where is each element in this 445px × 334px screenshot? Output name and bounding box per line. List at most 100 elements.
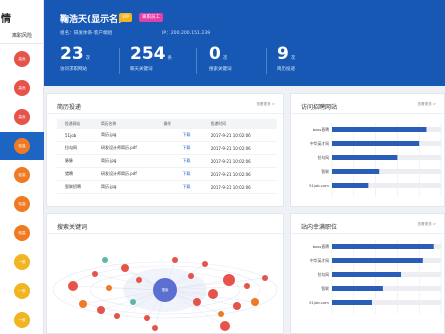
divider bbox=[196, 48, 197, 74]
stat-search-keywords[interactable]: 0次 搜索关键词 bbox=[209, 44, 232, 80]
time-cell: 2017-9-21 10:02:06 bbox=[210, 132, 251, 138]
sidebar-item[interactable]: 一般 bbox=[0, 306, 44, 334]
divider bbox=[119, 48, 120, 74]
sidebar-item[interactable]: 较高 bbox=[0, 219, 44, 247]
keyword-node[interactable] bbox=[92, 271, 98, 277]
bar[interactable] bbox=[332, 244, 434, 249]
view-more-link[interactable]: 查看更多 > bbox=[256, 102, 275, 107]
site-cell: 猎聘 bbox=[65, 171, 73, 176]
site-cell: 拉勾网 bbox=[65, 145, 77, 150]
category-label: 智联 bbox=[321, 169, 329, 174]
risk-level-badge: 一般 bbox=[14, 254, 30, 270]
keyword-node[interactable] bbox=[188, 273, 194, 279]
keyword-node[interactable] bbox=[114, 313, 120, 319]
sidebar-item[interactable]: 较高 bbox=[0, 161, 44, 189]
category-label: 51job.com bbox=[309, 300, 329, 305]
download-link[interactable]: 下载 bbox=[182, 171, 210, 177]
keyword-node[interactable] bbox=[172, 257, 178, 263]
time-cell: 2017-9-21 10:02:06 bbox=[210, 158, 251, 164]
site-cell: 51job bbox=[65, 132, 77, 138]
bar[interactable] bbox=[332, 286, 383, 291]
keyword-node[interactable] bbox=[97, 306, 105, 314]
sidebar: 情 离职风险 高危 高危 高危 较高 较高 较高 较高 一般 一般 一般 bbox=[0, 0, 44, 334]
table-row: 脉脉 简历.jpg 下载 2017-9-21 10:02:06 bbox=[57, 155, 277, 168]
risk-level-badge: 较高 bbox=[14, 167, 30, 183]
keyword-node[interactable] bbox=[208, 289, 218, 299]
keyword-node[interactable] bbox=[223, 274, 235, 286]
category-label: boss直聘 bbox=[313, 244, 329, 249]
keyword-node[interactable] bbox=[233, 302, 241, 310]
panel-title: 简历投递 bbox=[57, 104, 82, 111]
keyword-node[interactable] bbox=[220, 321, 230, 331]
file-cell[interactable]: 简历.jpg bbox=[101, 184, 163, 190]
bar[interactable] bbox=[332, 141, 420, 146]
keyword-node[interactable] bbox=[130, 299, 136, 305]
keyword-node[interactable] bbox=[218, 311, 224, 317]
bar[interactable] bbox=[332, 272, 402, 277]
download-link[interactable]: 下载 bbox=[182, 158, 210, 164]
resume-panel: 简历投递 查看更多 > 投递网站 简历名称 操作 投递时间 51job 简历.jp… bbox=[46, 93, 284, 207]
divider bbox=[266, 48, 267, 74]
download-link[interactable]: 下载 bbox=[182, 132, 210, 138]
stats-row: 23 次 访问求职网站 254 条 聊天关键词 0次 搜索关键词 9次 简历投递 bbox=[44, 44, 445, 80]
sidebar-item[interactable]: 一般 bbox=[0, 248, 44, 276]
category-label: boss直聘 bbox=[313, 127, 329, 132]
job-site-panel: 访问招聘网站 查看更多 > boss直聘 中华英才网 拉勾网 智联 51job.com bbox=[290, 93, 445, 207]
sidebar-item[interactable]: 较高 bbox=[0, 190, 44, 218]
stat-resume-sent[interactable]: 9次 简历投递 bbox=[277, 44, 295, 80]
table-row: 猎聘 研发设计师简历.pdf 下载 2017-9-21 10:02:06 bbox=[57, 168, 277, 181]
risk-level-badge: 高危 bbox=[14, 80, 30, 96]
category-label: 拉勾网 bbox=[318, 155, 330, 160]
bar[interactable] bbox=[332, 155, 398, 160]
bar[interactable] bbox=[332, 300, 372, 305]
stat-label: 访问求职网站 bbox=[60, 67, 87, 72]
keyword-node[interactable] bbox=[144, 315, 150, 321]
column-header: 投递时间 bbox=[210, 121, 226, 126]
download-link[interactable]: 下载 bbox=[182, 184, 210, 190]
keyword-node[interactable] bbox=[193, 298, 201, 306]
divider bbox=[47, 113, 283, 114]
panel-title: 搜索关键词 bbox=[57, 224, 88, 231]
sidebar-item[interactable]: 高危 bbox=[0, 74, 44, 102]
bar[interactable] bbox=[332, 169, 380, 174]
bar[interactable] bbox=[332, 258, 423, 263]
keyword-node[interactable] bbox=[106, 285, 112, 291]
keyword-node[interactable] bbox=[244, 283, 250, 289]
sidebar-item[interactable]: 较高 bbox=[0, 132, 44, 160]
keyword-node[interactable] bbox=[79, 300, 87, 308]
keyword-node[interactable] bbox=[251, 298, 259, 306]
stat-value: 0 bbox=[209, 44, 221, 64]
keyword-node[interactable] bbox=[68, 281, 78, 291]
center-node-label: 搜索 bbox=[162, 287, 169, 292]
user-ip: IP：200.200.151.239 bbox=[162, 31, 211, 36]
file-cell[interactable]: 简历.jpg bbox=[101, 132, 163, 138]
keyword-node[interactable] bbox=[102, 257, 108, 263]
sidebar-item[interactable]: 高危 bbox=[0, 45, 44, 73]
file-cell[interactable]: 研发设计师简历.pdf bbox=[101, 171, 163, 177]
bar[interactable] bbox=[332, 183, 369, 188]
keyword-node[interactable] bbox=[136, 277, 142, 283]
risk-level-badge: 一般 bbox=[14, 312, 30, 328]
category-label: 中华英才网 bbox=[310, 258, 329, 263]
stat-value: 9 bbox=[277, 44, 289, 64]
keyword-node[interactable] bbox=[202, 261, 208, 267]
stat-unit: 条 bbox=[167, 56, 173, 61]
stat-chat-keywords[interactable]: 254 条 聊天关键词 bbox=[130, 44, 172, 80]
time-cell: 2017-9-21 10:02:06 bbox=[210, 171, 251, 177]
keyword-node[interactable] bbox=[262, 275, 268, 281]
stat-job-sites[interactable]: 23 次 访问求职网站 bbox=[60, 44, 90, 80]
keyword-node[interactable] bbox=[121, 264, 129, 272]
risk-level-badge: 高危 bbox=[14, 51, 30, 67]
download-link[interactable]: 下载 bbox=[182, 145, 210, 151]
stat-value: 23 bbox=[60, 44, 84, 64]
file-cell[interactable]: 研发设计师简历.pdf bbox=[101, 145, 163, 151]
sidebar-item[interactable]: 一般 bbox=[0, 277, 44, 305]
bar[interactable] bbox=[332, 127, 427, 132]
risk-level-badge: 较高 bbox=[14, 225, 30, 241]
keyword-node[interactable] bbox=[152, 325, 158, 331]
stat-unit: 次 bbox=[85, 56, 91, 61]
sidebar-item[interactable]: 高危 bbox=[0, 103, 44, 131]
resume-table: 投递网站 简历名称 操作 投递时间 51job 简历.jpg 下载 2017-9-21… bbox=[57, 119, 277, 194]
table-row: 51job 简历.jpg 下载 2017-9-21 10:02:06 bbox=[57, 129, 277, 142]
file-cell[interactable]: 简历.jpg bbox=[101, 158, 163, 164]
